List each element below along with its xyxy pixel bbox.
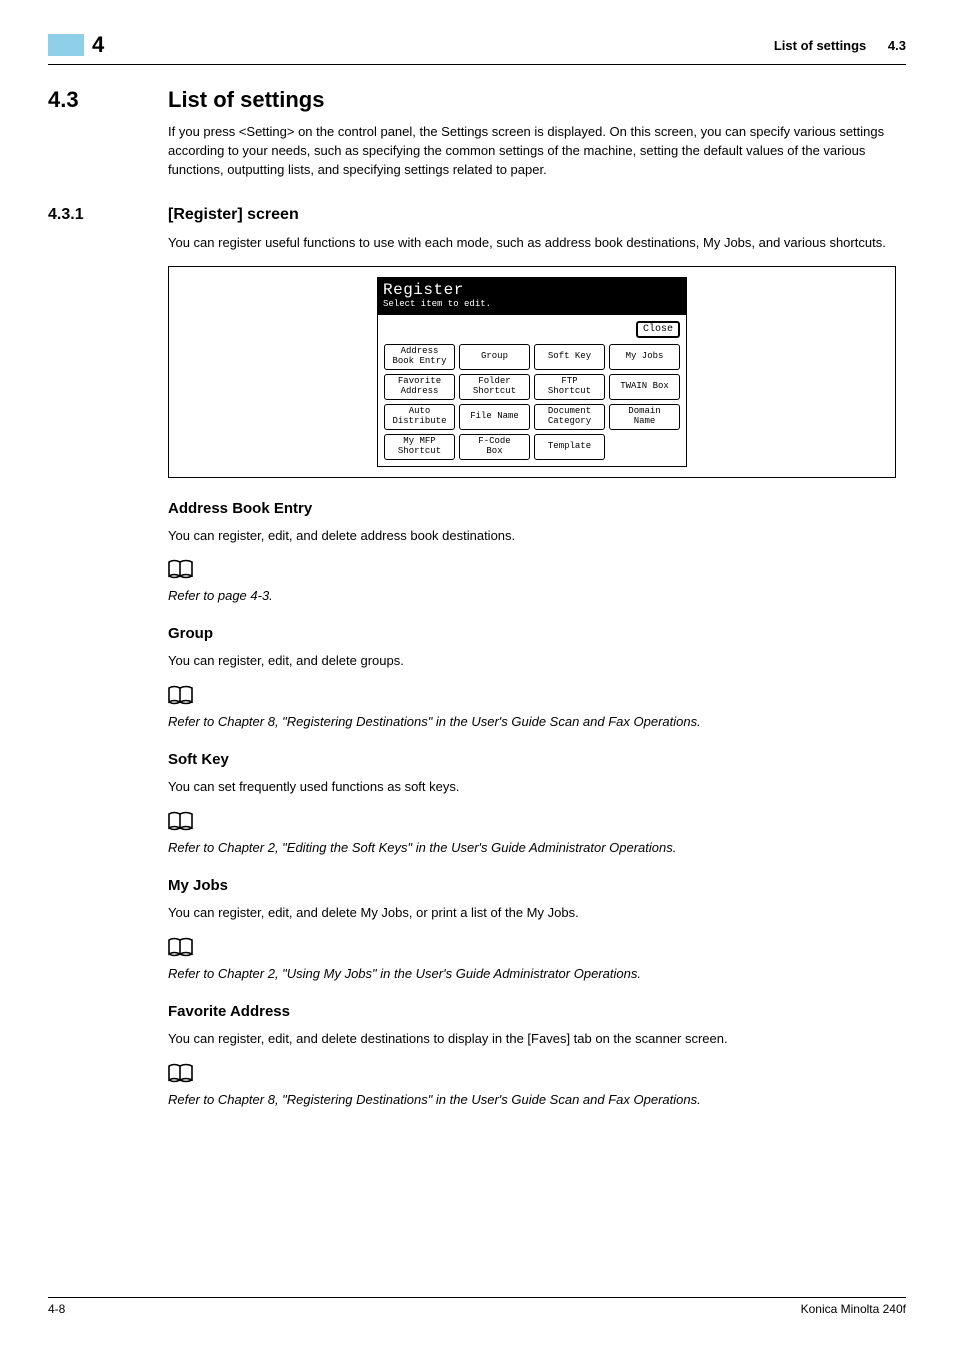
screen-subtitle: Select item to edit. <box>383 299 681 309</box>
text-soft-key: You can set frequently used functions as… <box>168 778 896 797</box>
text-address-book: You can register, edit, and delete addre… <box>168 527 896 546</box>
breadcrumb-title: List of settings <box>774 38 866 53</box>
register-grid-button[interactable]: Favorite Address <box>384 374 455 400</box>
section-number: 4.3 <box>48 87 168 113</box>
footer-product: Konica Minolta 240f <box>801 1302 906 1316</box>
section-title: List of settings <box>168 87 324 113</box>
chapter-number: 4 <box>92 32 104 58</box>
register-grid-button[interactable]: Template <box>534 434 605 460</box>
register-grid-button[interactable]: Auto Distribute <box>384 404 455 430</box>
register-screenshot: Register Select item to edit. Close Addr… <box>168 266 896 477</box>
register-grid-button[interactable]: Group <box>459 344 530 370</box>
register-grid-button[interactable]: Domain Name <box>609 404 680 430</box>
refer-group: Refer to Chapter 8, "Registering Destina… <box>168 714 896 729</box>
subsection-number: 4.3.1 <box>48 206 168 224</box>
text-group: You can register, edit, and delete group… <box>168 652 896 671</box>
book-icon <box>168 811 896 836</box>
refer-soft-key: Refer to Chapter 2, "Editing the Soft Ke… <box>168 840 896 855</box>
heading-soft-key: Soft Key <box>168 751 896 768</box>
subsection-intro: You can register useful functions to use… <box>168 234 896 253</box>
register-grid-button[interactable]: Folder Shortcut <box>459 374 530 400</box>
register-grid-button[interactable]: My MFP Shortcut <box>384 434 455 460</box>
register-grid-button[interactable]: Address Book Entry <box>384 344 455 370</box>
text-my-jobs: You can register, edit, and delete My Jo… <box>168 904 896 923</box>
register-grid-button[interactable]: Document Category <box>534 404 605 430</box>
heading-address-book: Address Book Entry <box>168 500 896 517</box>
chapter-tab <box>48 34 84 56</box>
book-icon <box>168 685 896 710</box>
header-rule <box>48 64 906 65</box>
register-grid-button[interactable]: File Name <box>459 404 530 430</box>
refer-address-book: Refer to page 4-3. <box>168 588 896 603</box>
section-intro: If you press <Setting> on the control pa… <box>168 123 896 180</box>
text-favorite-address: You can register, edit, and delete desti… <box>168 1030 896 1049</box>
register-grid-button[interactable]: My Jobs <box>609 344 680 370</box>
register-grid-button[interactable]: TWAIN Box <box>609 374 680 400</box>
register-grid-button[interactable]: FTP Shortcut <box>534 374 605 400</box>
heading-group: Group <box>168 625 896 642</box>
book-icon <box>168 937 896 962</box>
book-icon <box>168 1063 896 1088</box>
close-button[interactable]: Close <box>636 321 680 338</box>
register-grid-button[interactable]: F-Code Box <box>459 434 530 460</box>
footer-rule <box>48 1297 906 1298</box>
subsection-title: [Register] screen <box>168 206 299 224</box>
heading-favorite-address: Favorite Address <box>168 1003 896 1020</box>
heading-my-jobs: My Jobs <box>168 877 896 894</box>
refer-favorite-address: Refer to Chapter 8, "Registering Destina… <box>168 1092 896 1107</box>
breadcrumb-section: 4.3 <box>888 38 906 53</box>
screen-title: Register <box>383 281 681 299</box>
refer-my-jobs: Refer to Chapter 2, "Using My Jobs" in t… <box>168 966 896 981</box>
footer-page: 4-8 <box>48 1302 65 1316</box>
breadcrumb: List of settings 4.3 <box>774 38 906 53</box>
book-icon <box>168 559 896 584</box>
register-grid-button[interactable]: Soft Key <box>534 344 605 370</box>
